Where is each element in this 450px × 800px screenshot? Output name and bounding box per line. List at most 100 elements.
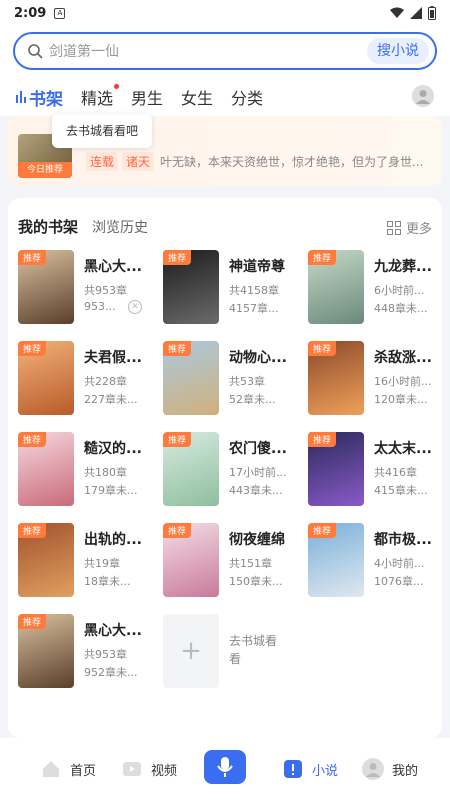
book-status: 953... — [84, 300, 116, 313]
more-button[interactable]: 更多 — [386, 218, 432, 237]
recommend-badge: 推荐 — [163, 523, 192, 538]
book-item[interactable]: 推荐黑心大... 共953章 953... ✕ — [18, 250, 158, 326]
book-item[interactable]: 推荐糙汉的... 共180章 179章未... — [18, 432, 158, 508]
book-progress: 共953章 — [84, 284, 127, 297]
book-progress: 共53章 — [229, 375, 265, 388]
book-cover: 推荐 — [18, 341, 74, 415]
book-title: 出轨的... — [84, 532, 142, 548]
book-cover: 推荐 — [18, 432, 74, 506]
book-title: 黑心大... — [84, 259, 142, 275]
book-item[interactable]: 推荐 黑心大... 共953章 952章未... — [18, 614, 158, 690]
recommend-badge: 推荐 — [18, 432, 47, 447]
book-cover: 推荐 — [163, 523, 219, 597]
signal-icon — [410, 7, 422, 19]
book-item[interactable]: 推荐 夫君假... 共228章 227章未... — [18, 341, 158, 417]
book-title: 农门傻... — [229, 441, 287, 457]
book-progress: 共19章 — [84, 557, 120, 570]
book-cover: 推荐 — [308, 250, 364, 324]
book-item[interactable]: 推荐 彻夜缠绵 共151章 150章未... — [163, 523, 303, 599]
book-title: 动物心... — [229, 350, 287, 366]
tab-bookshelf-label: 书架 — [29, 89, 63, 110]
book-progress: 4小时前... — [374, 557, 425, 570]
new-dot-indicator — [114, 84, 120, 89]
recommend-badge: 推荐 — [18, 523, 47, 538]
user-icon — [412, 85, 434, 107]
grid-icon — [386, 220, 401, 235]
tab-history[interactable]: 浏览历史 — [92, 217, 148, 237]
book-item[interactable]: 推荐 都市极... 4小时前... 1076章... — [308, 523, 448, 599]
recommend-badge: 推荐 — [18, 250, 47, 265]
video-icon — [123, 762, 141, 776]
wifi-icon — [390, 7, 404, 18]
banner-tags: 连载 诸天 叶无缺，本来天资绝世，惊才绝艳，但为了身世... — [86, 152, 423, 171]
recommend-badge: 推荐 — [18, 614, 47, 629]
more-label: 更多 — [405, 222, 432, 237]
book-item[interactable]: 推荐 出轨的... 共19章 18章未... — [18, 523, 158, 599]
tab-featured[interactable]: 精选 — [81, 84, 120, 109]
book-item[interactable]: 推荐 神道帝尊 共4158章 4157章... — [163, 250, 303, 326]
tag-serial: 连载 — [86, 152, 119, 171]
book-title: 糙汉的... — [84, 441, 142, 457]
book-item[interactable]: 推荐 太太末... 共416章 415章未... — [308, 432, 448, 508]
tab-female[interactable]: 女生 — [181, 85, 213, 109]
book-status: 179章未... — [84, 484, 138, 497]
search-bar[interactable]: 剑道第一仙 搜小说 — [13, 32, 437, 70]
book-status: 448章未... — [374, 302, 428, 315]
book-item[interactable]: 推荐杀敌涨... 16小时前... 120章未... — [308, 341, 448, 417]
close-icon[interactable]: ✕ — [128, 300, 142, 314]
book-status: 415章未... — [374, 484, 428, 497]
recommend-badge: 推荐 — [308, 250, 337, 265]
book-status: 952章未... — [84, 666, 138, 679]
book-status: 1076章... — [374, 575, 424, 588]
nav-novel[interactable]: 小说 — [282, 758, 338, 780]
avatar[interactable] — [412, 85, 434, 107]
recommend-badge: 推荐 — [163, 432, 192, 447]
recommend-badge: 推荐 — [18, 341, 47, 356]
book-title: 神道帝尊 — [229, 259, 285, 275]
book-item[interactable]: 推荐九龙葬... 6小时前... 448章未... — [308, 250, 448, 326]
nav-profile[interactable]: 我的 — [362, 758, 418, 780]
book-cover: 推荐 — [18, 250, 74, 324]
battery-icon — [428, 6, 436, 20]
voice-search-button[interactable] — [204, 750, 246, 784]
book-title: 太太末... — [374, 441, 432, 457]
notification-icon: A — [54, 7, 66, 19]
search-icon — [28, 44, 43, 59]
tag-genre: 诸天 — [122, 152, 155, 171]
book-title: 九龙葬... — [374, 259, 432, 275]
tab-category[interactable]: 分类 — [231, 85, 263, 109]
book-title: 彻夜缠绵 — [229, 532, 285, 548]
add-book-label[interactable]: 去书城看看 — [229, 632, 287, 668]
today-recommend-label: 今日推荐 — [18, 162, 72, 178]
book-cover: 推荐 — [308, 432, 364, 506]
nav-video[interactable]: 视频 — [121, 758, 177, 780]
book-title: 杀敌涨... — [374, 350, 432, 366]
nav-home[interactable]: 首页 — [40, 758, 96, 780]
nav-home-label: 首页 — [70, 763, 97, 779]
book-progress: 16小时前... — [374, 375, 432, 388]
tab-male[interactable]: 男生 — [131, 85, 163, 109]
recommend-badge: 推荐 — [308, 341, 337, 356]
store-tooltip[interactable]: 去书城看看吧 — [52, 114, 152, 148]
book-progress: 共180章 — [84, 466, 127, 479]
tab-bar: 书架 精选 男生 女生 分类 — [0, 80, 450, 114]
search-input[interactable]: 剑道第一仙 — [49, 41, 119, 61]
book-cover: 推荐 — [18, 523, 74, 597]
book-item[interactable]: 推荐 动物心... 共53章 52章未... — [163, 341, 303, 417]
tab-bookshelf[interactable]: 书架 — [16, 85, 63, 110]
book-status: 120章未... — [374, 393, 428, 406]
search-button[interactable]: 搜小说 — [367, 38, 429, 64]
recommend-badge: 推荐 — [163, 250, 192, 265]
novel-icon — [284, 760, 302, 778]
book-item[interactable]: 推荐 农门傻... 17小时前... 443章未... — [163, 432, 303, 508]
book-status: 227章未... — [84, 393, 138, 406]
nav-profile-label: 我的 — [392, 763, 419, 779]
tab-my-shelf[interactable]: 我的书架 — [18, 216, 78, 237]
book-cover: 推荐 — [163, 432, 219, 506]
nav-video-label: 视频 — [151, 763, 178, 779]
add-book-button[interactable]: + — [163, 614, 219, 688]
book-progress: 共228章 — [84, 375, 127, 388]
book-progress: 6小时前... — [374, 284, 425, 297]
recommend-badge: 推荐 — [163, 341, 192, 356]
book-progress: 共953章 — [84, 648, 127, 661]
